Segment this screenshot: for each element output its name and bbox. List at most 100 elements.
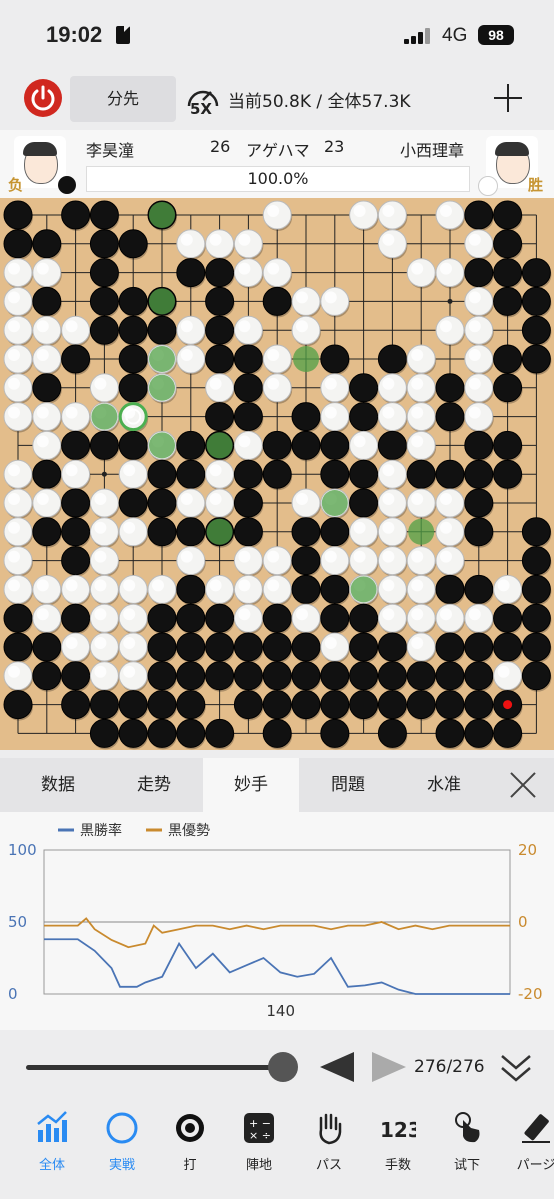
white-stone xyxy=(406,344,437,375)
black-stone xyxy=(349,402,379,433)
hint-marker xyxy=(149,346,175,372)
white-stone xyxy=(377,574,408,606)
white-stone xyxy=(320,632,350,663)
black-stone xyxy=(291,430,321,462)
tool-label: 実戦 xyxy=(108,1158,135,1173)
black-stone xyxy=(3,200,33,231)
tool-hand-button[interactable]: パス xyxy=(297,1110,361,1173)
white-stone xyxy=(320,373,350,404)
go-board-grid[interactable] xyxy=(0,198,554,750)
hint-marker xyxy=(149,202,175,228)
white-stone xyxy=(233,430,264,462)
black-stone xyxy=(205,315,235,347)
left-axis-tick: 50 xyxy=(8,913,27,931)
black-stone xyxy=(521,546,552,577)
black-stone xyxy=(233,344,264,375)
move-counter: 276/276 xyxy=(414,1057,485,1077)
white-stone xyxy=(89,574,120,606)
close-icon[interactable] xyxy=(506,768,540,802)
hint-marker xyxy=(206,432,233,459)
black-stone xyxy=(118,718,149,750)
go-board[interactable] xyxy=(0,198,554,750)
star-point xyxy=(447,298,453,304)
black-stone xyxy=(291,661,321,692)
white-stone xyxy=(464,603,494,635)
white-stone xyxy=(3,574,33,606)
black-stone xyxy=(406,459,437,491)
black-stone xyxy=(493,718,523,750)
white-stone xyxy=(262,574,293,606)
tool-circle-outline-button[interactable]: 実戦 xyxy=(90,1110,154,1173)
black-stone xyxy=(291,632,321,663)
white-stone xyxy=(89,546,120,577)
tool-number-button[interactable]: 123 手数 xyxy=(366,1110,430,1173)
white-stone xyxy=(205,488,235,519)
white-stone xyxy=(406,488,437,519)
next-move-button[interactable] xyxy=(372,1052,406,1082)
black-stone xyxy=(205,402,235,433)
white-stone xyxy=(118,459,149,491)
tab-good-moves[interactable]: 妙手 xyxy=(203,758,299,812)
tab-problems[interactable]: 問題 xyxy=(300,758,396,812)
tool-bar-chart-button[interactable]: 全体 xyxy=(20,1110,84,1173)
visit-counts: 当前50.8K / 全体57.3K xyxy=(228,92,411,112)
tool-tap-button[interactable]: 试下 xyxy=(435,1110,499,1173)
tool-calculator-button[interactable]: + − × ÷ 陣地 xyxy=(227,1110,291,1173)
black-stone xyxy=(205,718,235,750)
white-stone xyxy=(3,402,33,433)
tool-label: 手数 xyxy=(384,1158,411,1173)
white-stone xyxy=(118,517,149,548)
add-button[interactable] xyxy=(490,80,526,116)
move-slider-handle[interactable] xyxy=(268,1052,298,1082)
black-stone xyxy=(406,690,437,721)
black-stone xyxy=(89,286,120,318)
white-stone xyxy=(89,661,120,692)
white-stone xyxy=(262,258,293,289)
power-button[interactable] xyxy=(24,79,62,117)
white-stone xyxy=(176,546,206,577)
move-slider-track[interactable] xyxy=(26,1065,284,1070)
left-axis-tick: 100 xyxy=(8,841,37,859)
black-stone xyxy=(61,690,91,721)
sente-button[interactable]: 分先 xyxy=(70,76,176,122)
tab-trend[interactable]: 走势 xyxy=(106,758,202,812)
white-stone xyxy=(3,286,33,318)
white-stone xyxy=(262,546,293,577)
white-stone xyxy=(205,373,235,404)
white-stone xyxy=(435,200,465,231)
black-stone xyxy=(89,718,120,750)
hint-marker xyxy=(91,403,118,430)
black-stone xyxy=(147,690,177,721)
white-stone xyxy=(32,258,62,289)
white-stone xyxy=(89,517,120,548)
tab-level[interactable]: 水准 xyxy=(396,758,492,812)
black-stone xyxy=(377,718,408,750)
tool-label: 全体 xyxy=(38,1158,65,1173)
black-stone xyxy=(205,632,235,663)
white-stone xyxy=(233,258,264,289)
tool-target-button[interactable]: 打 xyxy=(158,1110,222,1173)
tab-data[interactable]: 数据 xyxy=(10,758,106,812)
chevron-down-icon[interactable] xyxy=(498,1052,534,1086)
black-stone xyxy=(320,574,350,606)
white-stone xyxy=(291,488,321,519)
white-stone xyxy=(61,632,91,663)
captures-label: アゲハマ xyxy=(246,141,310,160)
black-stone xyxy=(205,344,235,375)
win-rate-bar: 100.0% xyxy=(86,166,470,192)
white-stone xyxy=(435,315,465,347)
black-stone xyxy=(147,718,177,750)
win-rate-chart: 黒勝率 黒優勢 100 50 0 20 0 -20 140 xyxy=(0,812,554,1030)
white-stone xyxy=(205,459,235,491)
black-stone xyxy=(262,718,293,750)
tool-eraser-button[interactable]: パージ xyxy=(504,1110,554,1173)
black-stone xyxy=(349,632,379,663)
white-stone xyxy=(406,258,437,289)
white-stone xyxy=(464,402,494,433)
previous-move-button[interactable] xyxy=(320,1052,354,1082)
white-stone xyxy=(406,430,437,462)
black-captures: 26 xyxy=(210,137,231,156)
black-stone xyxy=(349,373,379,404)
black-stone-icon xyxy=(58,176,76,194)
black-stone xyxy=(493,459,523,491)
